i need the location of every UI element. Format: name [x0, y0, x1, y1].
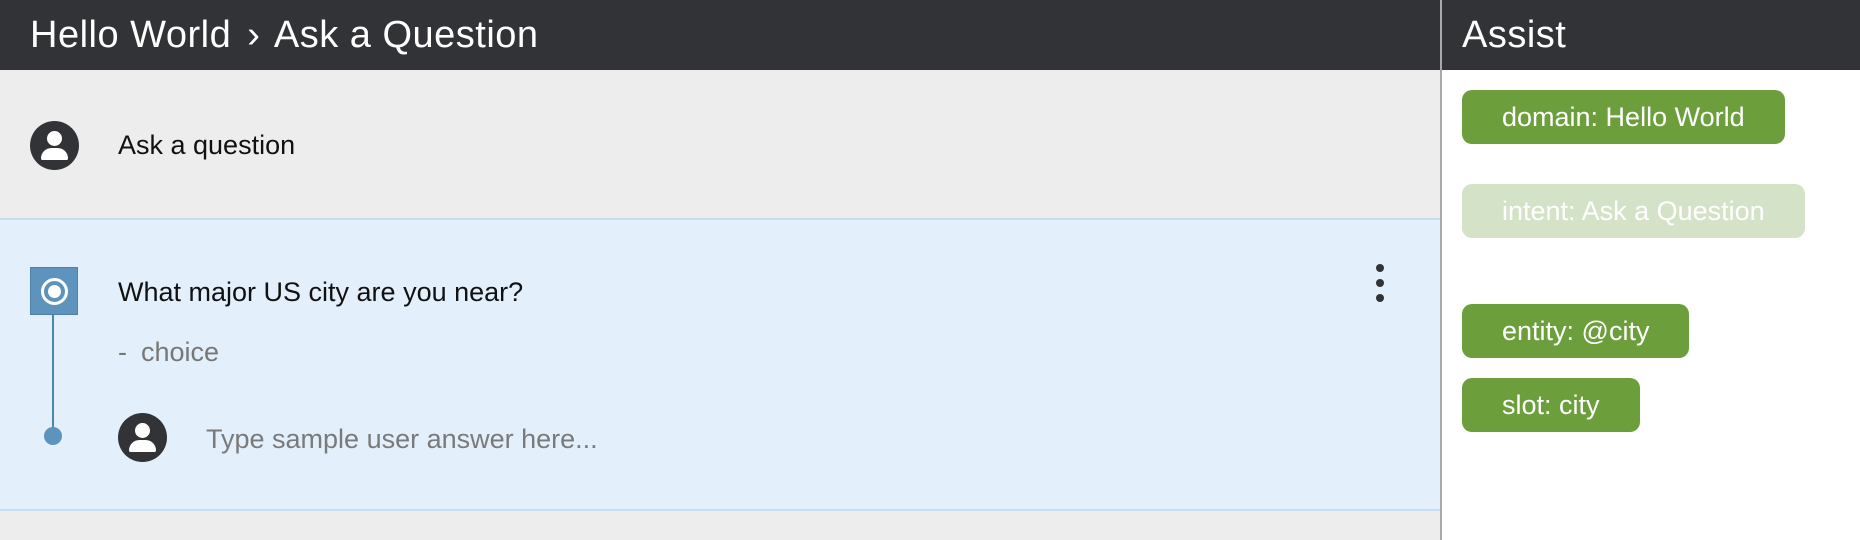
timeline-end-dot [44, 427, 62, 445]
assist-panel: Assist domain: Hello World intent: Ask a… [1442, 0, 1860, 540]
user-icon [118, 413, 167, 462]
editor-panel: Hello World › Ask a Question Ask a quest… [0, 0, 1440, 540]
prompt-text: Ask a question [118, 130, 296, 160]
radio-target-icon [30, 267, 78, 315]
question-text: What major US city are you near? [118, 277, 524, 307]
question-type-dash: - [118, 337, 127, 367]
breadcrumb-intent: Ask a Question [273, 14, 539, 56]
entity-chip[interactable]: entity: @city [1462, 304, 1690, 358]
question-type-label: choice [141, 337, 220, 367]
assist-title: Assist [1442, 0, 1860, 70]
timeline-connector [52, 315, 54, 436]
chevron-right-icon: › [247, 14, 260, 56]
question-type: - choice [118, 337, 219, 368]
sample-answer-input[interactable] [206, 418, 1106, 460]
domain-chip[interactable]: domain: Hello World [1462, 90, 1785, 144]
breadcrumb: Hello World › Ask a Question [0, 0, 1440, 70]
slot-chip[interactable]: slot: city [1462, 378, 1640, 432]
intent-chip[interactable]: intent: Ask a Question [1462, 184, 1805, 238]
breadcrumb-domain[interactable]: Hello World [30, 16, 231, 54]
more-vertical-icon[interactable] [1372, 264, 1388, 302]
user-icon [30, 121, 79, 170]
